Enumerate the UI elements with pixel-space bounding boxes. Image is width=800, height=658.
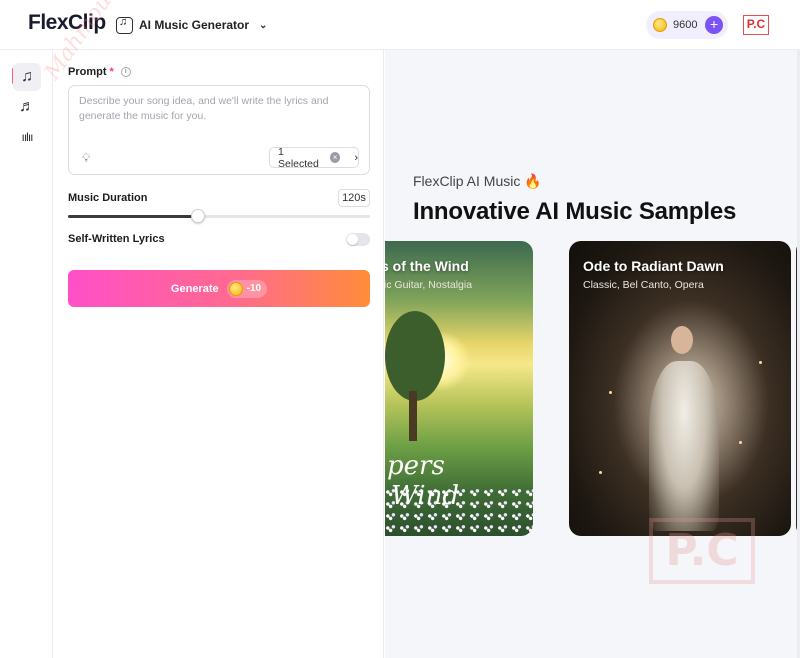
card-tags: Classic, Bel Canto, Opera bbox=[583, 279, 704, 291]
generate-cost: -10 bbox=[246, 283, 262, 294]
light-sparkle bbox=[759, 361, 762, 364]
duration-slider[interactable] bbox=[68, 209, 370, 223]
ai-music-text-icon: ♫ bbox=[21, 68, 33, 85]
tool-selector[interactable]: AI Music Generator ⌄ bbox=[116, 14, 267, 36]
self-written-lyrics-toggle[interactable] bbox=[346, 233, 370, 246]
prompt-label: Prompt bbox=[68, 66, 107, 78]
brand-badge: P.C bbox=[743, 15, 769, 35]
prompt-placeholder: Describe your song idea, and we'll write… bbox=[79, 95, 329, 122]
selected-count: 1 Selected bbox=[278, 145, 319, 170]
tree-graphic bbox=[385, 311, 445, 401]
singer-graphic-head bbox=[671, 326, 693, 354]
duration-label: Music Duration bbox=[68, 192, 148, 204]
chevron-down-icon: ⌄ bbox=[259, 19, 268, 31]
self-written-lyrics-label: Self-Written Lyrics bbox=[68, 233, 165, 245]
showcase-title: Innovative AI Music Samples bbox=[413, 198, 737, 225]
required-mark: * bbox=[109, 66, 114, 78]
prompt-label-row: Prompt * i bbox=[68, 66, 131, 78]
coin-icon bbox=[228, 281, 243, 296]
showcase-panel: FlexClip AI Music 🔥 Innovative AI Music … bbox=[385, 50, 800, 658]
showcase-subtitle: FlexClip AI Music 🔥 bbox=[413, 173, 542, 189]
coin-icon bbox=[653, 18, 667, 32]
info-icon[interactable]: i bbox=[120, 67, 131, 77]
prompt-textarea[interactable]: Describe your song idea, and we'll write… bbox=[68, 85, 370, 175]
card-title: s of the Wind bbox=[385, 258, 469, 274]
style-selector-button[interactable]: 1 Selected × › bbox=[269, 145, 359, 170]
generate-cost-badge: -10 bbox=[226, 279, 268, 298]
sample-card[interactable]: s of the Wind tic Guitar, Nostalgia pers… bbox=[385, 241, 533, 536]
generate-label: Generate bbox=[170, 282, 219, 295]
ai-music-icon bbox=[116, 16, 133, 34]
credits-count: 9600 bbox=[673, 19, 698, 31]
lightbulb-icon[interactable]: 💡︎ bbox=[82, 151, 90, 166]
card-art-text-line: pers bbox=[387, 451, 445, 481]
pc-stamp-watermark: P.C bbox=[649, 518, 755, 584]
music-note-icon: ♬ bbox=[19, 98, 35, 115]
tree-trunk-graphic bbox=[409, 391, 417, 441]
credits-badge[interactable]: 9600 + bbox=[646, 11, 728, 39]
light-sparkle bbox=[599, 471, 602, 474]
add-credits-button[interactable]: + bbox=[705, 16, 723, 34]
sample-card[interactable]: Ode to Radiant Dawn Classic, Bel Canto, … bbox=[569, 241, 791, 536]
left-rail: ♫ ♬ ıılıı bbox=[0, 50, 53, 658]
card-title: Ode to Radiant Dawn bbox=[583, 258, 724, 274]
card-tags: tic Guitar, Nostalgia bbox=[385, 279, 473, 291]
form-panel: Prompt * i Describe your song idea, and … bbox=[53, 50, 384, 658]
singer-graphic-gown bbox=[649, 361, 719, 531]
rail-item-sound[interactable]: ıılıı bbox=[13, 123, 41, 151]
generate-button[interactable]: Generate -10 bbox=[68, 270, 370, 307]
sound-waves-icon: ıılıı bbox=[21, 130, 33, 144]
duration-value[interactable]: 120s bbox=[338, 189, 370, 207]
clear-selection-icon[interactable]: × bbox=[329, 152, 341, 163]
light-sparkle bbox=[739, 441, 742, 444]
card-art-text-line: Wind bbox=[391, 481, 459, 511]
light-sparkle bbox=[609, 391, 612, 394]
chevron-right-icon: › bbox=[354, 151, 358, 164]
rail-item-music[interactable]: ♬ bbox=[13, 93, 41, 121]
rail-item-ai-music[interactable]: ♫ bbox=[13, 63, 41, 91]
duration-slider-handle[interactable] bbox=[190, 209, 205, 223]
card-art-text: pers Wind bbox=[387, 451, 459, 511]
top-bar: FlexClip AI Music Generator ⌄ 9600 + P.C bbox=[0, 0, 800, 50]
tool-selector-label: AI Music Generator bbox=[139, 18, 250, 32]
duration-slider-fill bbox=[68, 215, 198, 218]
